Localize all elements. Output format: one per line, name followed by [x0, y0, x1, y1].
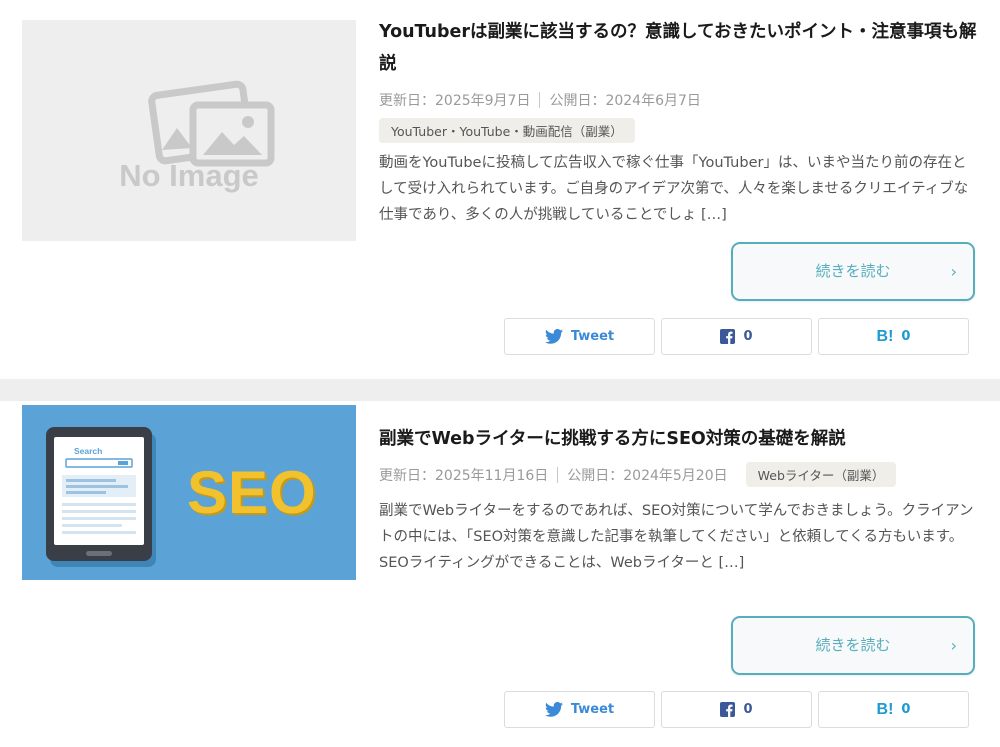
published-date: 公開日：2024年6月7日 [549, 93, 701, 109]
updated-date: 更新日：2025年9月7日 [379, 93, 531, 109]
updated-date: 更新日：2025年11月16日 [379, 467, 549, 484]
chevron-right-icon: › [950, 636, 957, 655]
read-more-button[interactable]: 続きを読む › [731, 242, 975, 301]
no-image-label: No Image [119, 158, 259, 193]
hatena-count: 0 [901, 702, 911, 717]
article-thumbnail[interactable]: Search SEO [22, 405, 356, 580]
category-tag[interactable]: Webライター（副業） [745, 462, 897, 487]
hatena-bookmark-button[interactable]: B! 0 [818, 318, 969, 355]
facebook-icon [720, 702, 736, 717]
facebook-count: 0 [743, 329, 753, 344]
facebook-count: 0 [743, 702, 753, 717]
read-more-label: 続きを読む [815, 636, 891, 654]
no-image-icon [148, 80, 275, 167]
tweet-button[interactable]: Tweet [504, 318, 655, 355]
facebook-share-button[interactable]: 0 [661, 691, 812, 728]
seo-graphic-text: SEO [187, 459, 317, 526]
article-title[interactable]: 副業でWebライターに挑戦する方にSEO対策の基礎を解説 [379, 423, 979, 455]
tweet-label: Tweet [570, 329, 615, 344]
published-date: 公開日：2024年5月20日 [567, 467, 728, 484]
hatena-bookmark-icon: B! [876, 327, 894, 345]
date-separator [539, 92, 541, 108]
tweet-button[interactable]: Tweet [504, 691, 655, 728]
read-more-button[interactable]: 続きを読む › [731, 616, 975, 675]
search-label: Search [74, 446, 103, 456]
tweet-label: Tweet [570, 702, 615, 717]
article-dates: 更新日：2025年9月7日 公開日：2024年6月7日 [379, 90, 701, 110]
hatena-count: 0 [901, 329, 911, 344]
chevron-right-icon: › [950, 262, 957, 281]
hatena-bookmark-button[interactable]: B! 0 [818, 691, 969, 728]
category-tag[interactable]: YouTuber・YouTube・動画配信（副業） [379, 118, 635, 143]
twitter-bird-icon [544, 329, 563, 344]
facebook-icon [720, 329, 736, 344]
hatena-bookmark-icon: B! [876, 700, 894, 718]
share-buttons: Tweet 0 B! 0 [504, 318, 969, 355]
article-card: No Image YouTuberは副業に該当するの？意識しておきたいポイント・… [0, 0, 1000, 379]
date-separator [557, 466, 559, 483]
article-card: Search SEO 副業でWebライターに挑戦する方にSEO対策の基礎を解説 … [0, 401, 1000, 747]
article-thumbnail[interactable]: No Image [22, 20, 356, 241]
article-divider [0, 379, 1000, 401]
article-excerpt: 副業でWebライターをするのであれば、SEO対策について学んでおきましょう。クラ… [379, 503, 974, 571]
twitter-bird-icon [544, 702, 563, 717]
share-buttons: Tweet 0 B! 0 [504, 691, 969, 728]
read-more-label: 続きを読む [815, 262, 891, 280]
article-title[interactable]: YouTuberは副業に該当するの？意識しておきたいポイント・注意事項も解説 [379, 16, 979, 80]
facebook-share-button[interactable]: 0 [661, 318, 812, 355]
article-dates: 更新日：2025年11月16日 公開日：2024年5月20日 Webライター（副… [379, 462, 897, 487]
article-excerpt: 動画をYouTubeに投稿して広告収入で稼ぐ仕事「YouTuber」は、いまや当… [379, 155, 969, 223]
